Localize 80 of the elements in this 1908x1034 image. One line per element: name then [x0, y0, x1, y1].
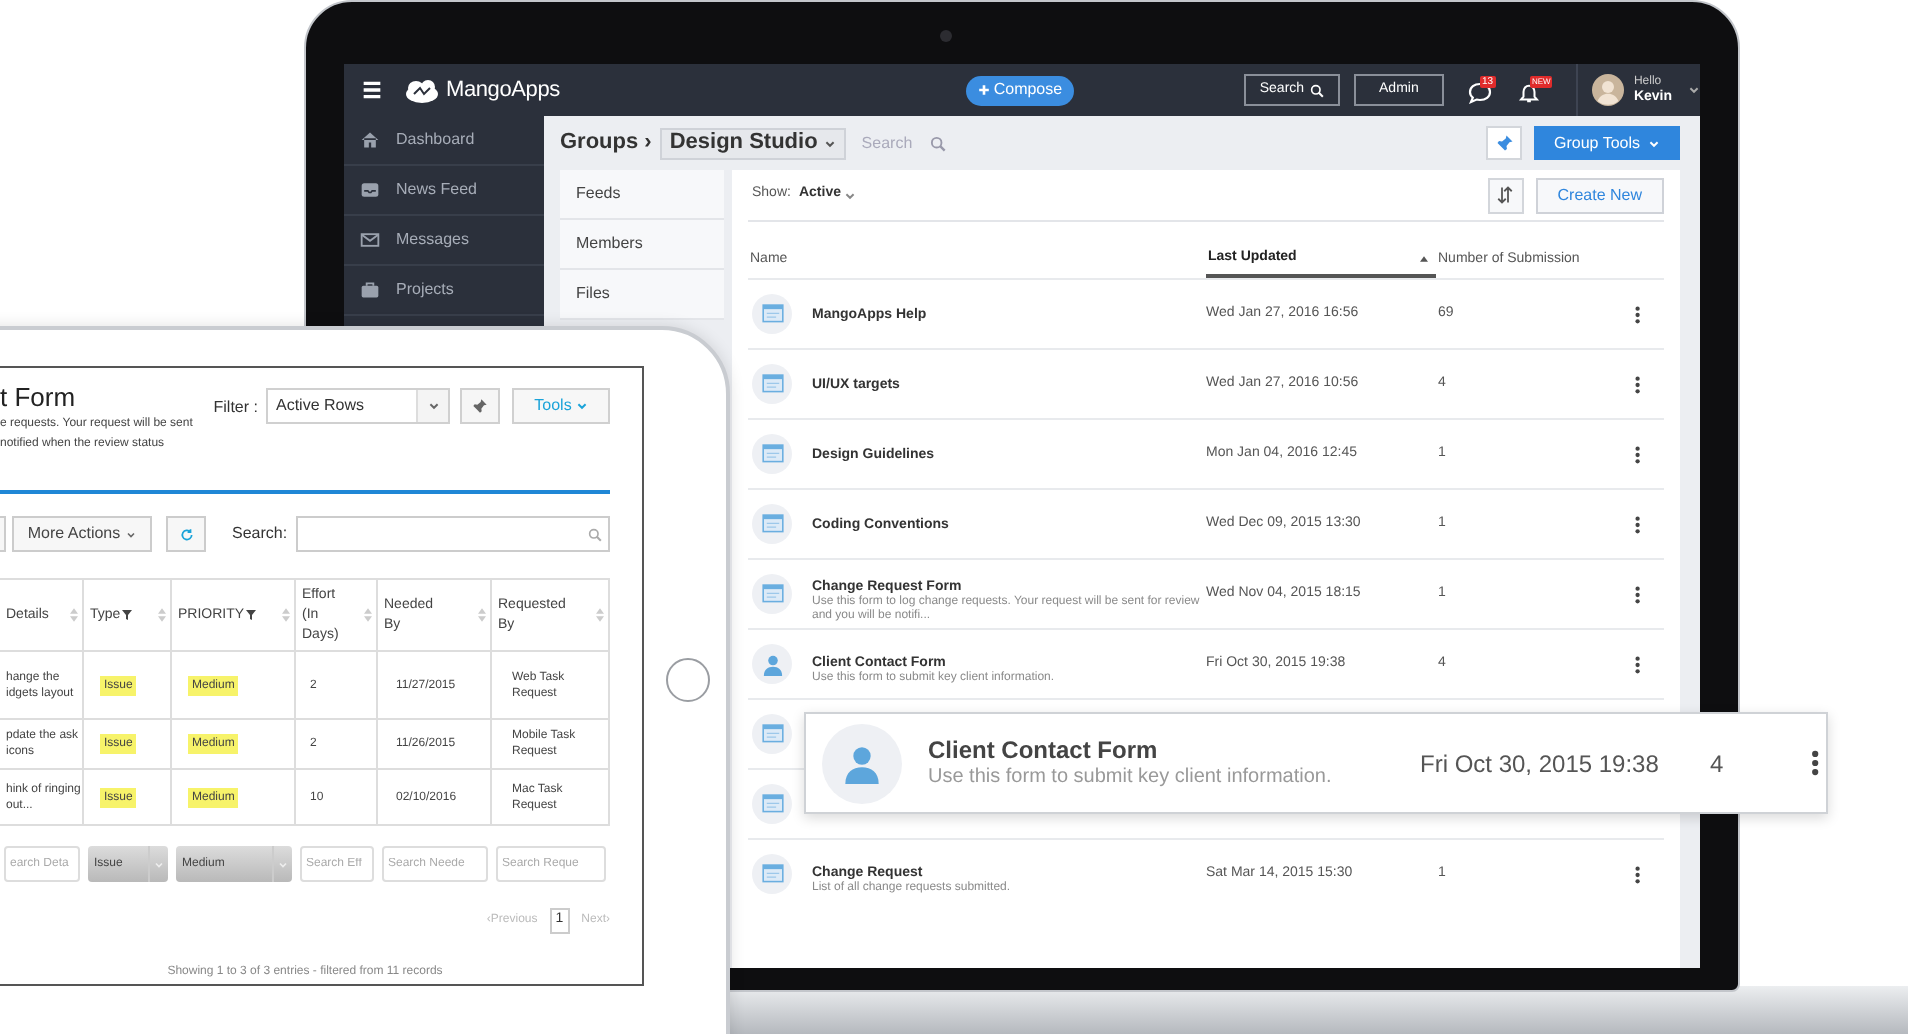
search-field[interactable]: [295, 516, 610, 552]
sort-arrows-icon: [478, 608, 486, 622]
home-icon: [360, 130, 380, 150]
chat-icon[interactable]: [1467, 82, 1492, 104]
sidebar-item[interactable]: Dashboard: [344, 116, 544, 166]
form-icon: [752, 434, 792, 474]
refresh-button[interactable]: [166, 516, 206, 552]
caret-icon: [278, 859, 288, 869]
menu-icon[interactable]: [362, 80, 382, 100]
filter-select[interactable]: Active Rows: [266, 388, 450, 424]
caret-icon: [427, 400, 439, 412]
pin-button[interactable]: [1486, 126, 1522, 160]
subnav-item[interactable]: Members: [560, 220, 724, 270]
sidebar-item[interactable]: Projects: [344, 266, 544, 316]
sort-arrows-icon: [1496, 186, 1515, 204]
sort-arrows-icon: [282, 608, 290, 622]
caret-icon: [154, 859, 164, 869]
more-options-icon[interactable]: [1634, 585, 1642, 603]
search-icon: [588, 527, 602, 541]
sidebar-item[interactable]: Messages: [344, 216, 544, 266]
search-icon: [1310, 83, 1325, 97]
group-dropdown[interactable]: Design Studio: [659, 127, 846, 159]
form-icon: [752, 574, 792, 614]
form-icon: [752, 854, 792, 894]
pin-button[interactable]: [460, 388, 500, 424]
form-title: t Form: [0, 382, 78, 414]
pin-icon: [1495, 134, 1513, 152]
form-icon: [752, 504, 792, 544]
submission-count: 4: [1710, 747, 1726, 781]
create-new-button[interactable]: Create New: [1535, 177, 1664, 213]
avatar-icon[interactable]: [1591, 74, 1624, 106]
person-icon: [822, 723, 902, 803]
caret-icon: [844, 189, 857, 201]
sort-arrows-icon: [158, 608, 166, 622]
filter-icon: [122, 610, 133, 620]
subnav-item[interactable]: Feeds: [560, 170, 724, 220]
inbox-icon: [360, 180, 380, 200]
caret-icon: [1648, 137, 1660, 149]
more-options-icon[interactable]: [1634, 515, 1642, 533]
more-options-icon[interactable]: [1634, 865, 1642, 883]
caret-icon: [126, 529, 137, 539]
more-options-icon[interactable]: [1810, 750, 1821, 776]
form-icon: [752, 294, 792, 334]
subnav-item[interactable]: Files: [560, 270, 724, 320]
search-icon: [929, 135, 946, 151]
updated-date: Fri Oct 30, 2015 19:38: [1420, 747, 1661, 781]
more-options-icon[interactable]: [1634, 375, 1642, 393]
more-options-icon[interactable]: [1634, 655, 1642, 673]
refresh-icon: [179, 527, 193, 541]
search-label: Search:: [232, 522, 288, 546]
app-logo: MangoApps: [446, 75, 560, 106]
more-options-icon[interactable]: [1634, 305, 1642, 323]
form-icon: [752, 364, 792, 404]
form-icon: [752, 714, 792, 754]
sort-button[interactable]: [1487, 177, 1524, 213]
form-icon: [752, 784, 792, 824]
breadcrumb-text: Groups ›: [560, 128, 652, 159]
group-tools-button[interactable]: Group Tools: [1534, 126, 1680, 160]
sort-arrows-icon: [70, 608, 78, 622]
form-name[interactable]: Client Contact Form: [928, 736, 1420, 764]
cloud-logo-icon: [402, 77, 442, 103]
plus-icon: [977, 84, 990, 96]
caret-icon: [823, 137, 836, 149]
person-icon: [752, 644, 792, 684]
form-description: Use this form to submit key client information.: [928, 764, 1334, 790]
briefcase-icon: [360, 280, 380, 300]
more-actions-button[interactable]: More Actions: [12, 516, 152, 552]
bell-icon[interactable]: [1517, 82, 1540, 104]
envelope-icon: [360, 230, 380, 250]
sort-arrows-icon: [596, 608, 604, 622]
filter-label: Filter :: [213, 396, 258, 420]
sidebar-item[interactable]: News Feed: [344, 166, 544, 216]
search-field[interactable]: Search: [861, 131, 926, 155]
pin-icon: [472, 398, 488, 414]
more-options-icon[interactable]: [1634, 445, 1642, 463]
sort-arrows-icon: [364, 608, 372, 622]
caret-icon: [575, 400, 588, 412]
caret-icon: [1688, 84, 1700, 96]
sort-caret-icon: [1420, 255, 1428, 261]
filter-icon: [246, 610, 257, 620]
